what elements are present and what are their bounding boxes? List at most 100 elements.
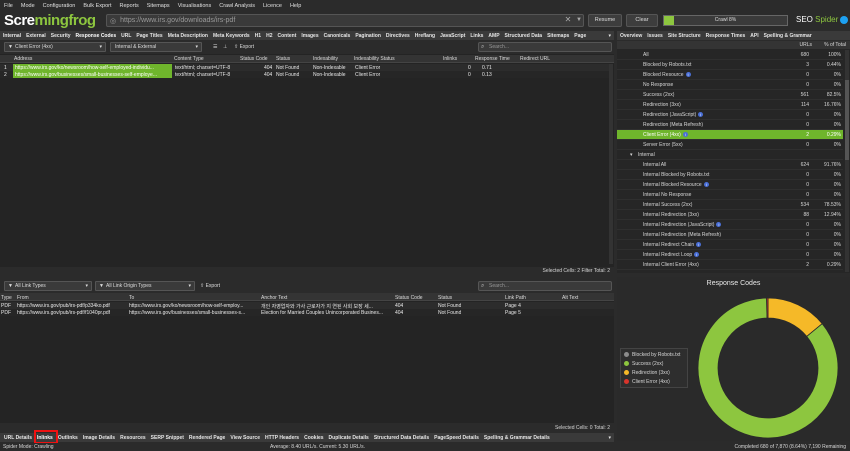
info-icon[interactable]: i	[685, 72, 691, 77]
overview-row[interactable]: Redirection (Meta Refresh) 0 0%	[617, 120, 843, 130]
top-col-header[interactable]: Status	[276, 56, 290, 62]
info-icon[interactable]: i	[716, 222, 722, 227]
overview-row[interactable]: Internal Redirection (3xx) 88 12.94%	[617, 210, 843, 220]
overview-row[interactable]: Blocked Resource i 0 0%	[617, 70, 843, 80]
overview-row[interactable]: Blocked by Robots.txt 3 0.44%	[617, 60, 843, 70]
tab-external[interactable]: External	[26, 33, 46, 39]
top-col-header[interactable]: Redirect URL	[520, 56, 550, 62]
detail-tab-rendered-page[interactable]: Rendered Page	[189, 435, 225, 441]
right-tab-issues[interactable]: Issues	[647, 33, 663, 39]
tab-directives[interactable]: Directives	[386, 33, 410, 39]
detail-tab-view-source[interactable]: View Source	[230, 435, 260, 441]
menu-configuration[interactable]: Configuration	[43, 3, 76, 9]
tab-meta-keywords[interactable]: Meta Keywords	[213, 33, 250, 39]
tab-canonicals[interactable]: Canonicals	[324, 33, 351, 39]
menu-mode[interactable]: Mode	[21, 3, 35, 9]
info-icon[interactable]: i	[703, 182, 709, 187]
right-tab-response-times[interactable]: Response Times	[706, 33, 746, 39]
detail-tab-resources[interactable]: Resources	[120, 435, 146, 441]
list-view-icon[interactable]: ☰	[213, 42, 217, 52]
url-input[interactable]: ◎ https://www.irs.gov/downloads/irs-pdf	[106, 14, 584, 27]
menu-licence[interactable]: Licence	[263, 3, 282, 9]
tab-security[interactable]: Security	[51, 33, 71, 39]
overview-row[interactable]: Internal Redirect Chain i 0 0%	[617, 240, 843, 250]
detail-tab-spelling-grammar-details[interactable]: Spelling & Grammar Details	[484, 435, 550, 441]
export-button[interactable]: ⇪ Export	[234, 42, 254, 52]
bottom-export-button[interactable]: ⇪ Export	[200, 281, 220, 291]
detail-tab-http-headers[interactable]: HTTP Headers	[265, 435, 299, 441]
bottom-col-header[interactable]: Status	[438, 295, 452, 301]
menu-help[interactable]: Help	[290, 3, 301, 9]
overview-row[interactable]: No Response 0 0%	[617, 80, 843, 90]
bottom-col-header[interactable]: Alt Text	[562, 295, 578, 301]
overview-row[interactable]: Internal Blocked by Robots.txt 0 0%	[617, 170, 843, 180]
overview-row[interactable]: Internal Success (2xx) 534 78.53%	[617, 200, 843, 210]
detail-tab-image-details[interactable]: Image Details	[83, 435, 115, 441]
right-tab-overview[interactable]: Overview	[620, 33, 642, 39]
tab-links[interactable]: Links	[470, 33, 483, 39]
tab-internal[interactable]: Internal	[3, 33, 21, 39]
slice-client-error-4xx-[interactable]	[766, 297, 769, 319]
link-origin-dropdown[interactable]: ▼ All Link Origin Types ▾	[95, 281, 195, 291]
tab-javascript[interactable]: JavaScript	[440, 33, 465, 39]
top-search-input[interactable]: ⌕ Search...	[478, 42, 612, 52]
tabs-overflow-icon[interactable]: ▾	[608, 33, 611, 39]
detail-tab-url-details[interactable]: URL Details	[4, 435, 32, 441]
tab-sitemaps[interactable]: Sitemaps	[547, 33, 569, 39]
tab-h1[interactable]: H1	[255, 33, 261, 39]
clear-url-icon[interactable]: ✕	[563, 15, 573, 25]
overview-row[interactable]: Success (2xx) 561 82.5%	[617, 90, 843, 100]
overview-row[interactable]: All 680 100%	[617, 50, 843, 60]
overview-row[interactable]: Internal Blocked Resource i 0 0%	[617, 180, 843, 190]
overview-row[interactable]: Server Error (5xx) 0 0%	[617, 140, 843, 150]
scope-dropdown[interactable]: Internal & External ▾	[110, 42, 202, 52]
detail-tabs-overflow-icon[interactable]: ▾	[608, 435, 611, 441]
overview-row[interactable]: Internal Redirection (JavaScript) i 0 0%	[617, 220, 843, 230]
tab-response-codes[interactable]: Response Codes	[76, 33, 117, 39]
top-col-header[interactable]: Indexability Status	[354, 56, 395, 62]
overview-row[interactable]: Internal Client Error (4xx) 2 0.29%	[617, 260, 843, 270]
bottom-col-header[interactable]: Link Path	[505, 295, 526, 301]
detail-tab-duplicate-details[interactable]: Duplicate Details	[329, 435, 369, 441]
tab-amp[interactable]: AMP	[488, 33, 499, 39]
top-col-header[interactable]: Response Time	[475, 56, 510, 62]
info-icon[interactable]: i	[694, 252, 700, 257]
overview-row[interactable]: Redirection (3xx) 114 16.76%	[617, 100, 843, 110]
resume-button[interactable]: Resume	[588, 14, 622, 27]
overview-row[interactable]: Internal Redirect Loop i 0 0%	[617, 250, 843, 260]
menu-crawl-analysis[interactable]: Crawl Analysis	[219, 3, 255, 9]
overview-row[interactable]: Internal Redirection (Meta Refresh) 0 0%	[617, 230, 843, 240]
menu-file[interactable]: File	[4, 3, 13, 9]
tab-meta-description[interactable]: Meta Description	[168, 33, 208, 39]
right-tab-spelling-grammar[interactable]: Spelling & Grammar	[764, 33, 812, 39]
bottom-col-header[interactable]: To	[129, 295, 134, 301]
info-icon[interactable]: i	[698, 112, 704, 117]
link-types-dropdown[interactable]: ▼ All Link Types ▾	[4, 281, 92, 291]
tab-url[interactable]: URL	[121, 33, 131, 39]
clear-button[interactable]: Clear	[626, 14, 658, 27]
menu-visualisations[interactable]: Visualisations	[178, 3, 212, 9]
filter-dropdown[interactable]: ▼ Client Error (4xx) ▾	[4, 42, 106, 52]
top-col-header[interactable]: Inlinks	[443, 56, 457, 62]
tab-images[interactable]: Images	[301, 33, 318, 39]
tab-h2[interactable]: H2	[266, 33, 272, 39]
right-tab-api[interactable]: API	[750, 33, 758, 39]
top-col-header[interactable]: Indexability	[313, 56, 338, 62]
detail-tab-outlinks[interactable]: Outlinks	[58, 435, 78, 441]
overview-row[interactable]: Internal All 624 91.76%	[617, 160, 843, 170]
menu-reports[interactable]: Reports	[119, 3, 138, 9]
twitter-icon[interactable]	[840, 15, 849, 24]
top-col-header[interactable]: Address	[14, 56, 32, 62]
bottom-col-header[interactable]: Status Code	[395, 295, 423, 301]
menu-bulk-export[interactable]: Bulk Export	[83, 3, 111, 9]
url-history-chevron-icon[interactable]: ▼	[574, 15, 584, 25]
detail-tab-serp-snippet[interactable]: SERP Snippet	[151, 435, 184, 441]
detail-tab-pagespeed-details[interactable]: PageSpeed Details	[434, 435, 479, 441]
overview-row[interactable]: Internal No Response 0 0%	[617, 190, 843, 200]
tab-pagination[interactable]: Pagination	[355, 33, 381, 39]
bottom-col-header[interactable]: Anchor Text	[261, 295, 287, 301]
overview-section-internal[interactable]: ▾ Internal	[617, 150, 843, 160]
overview-row[interactable]: Client Error (4xx) i 2 0.29%	[617, 130, 843, 140]
bottom-col-header[interactable]: Type	[1, 295, 12, 301]
top-table-scrollbar[interactable]	[609, 64, 613, 264]
